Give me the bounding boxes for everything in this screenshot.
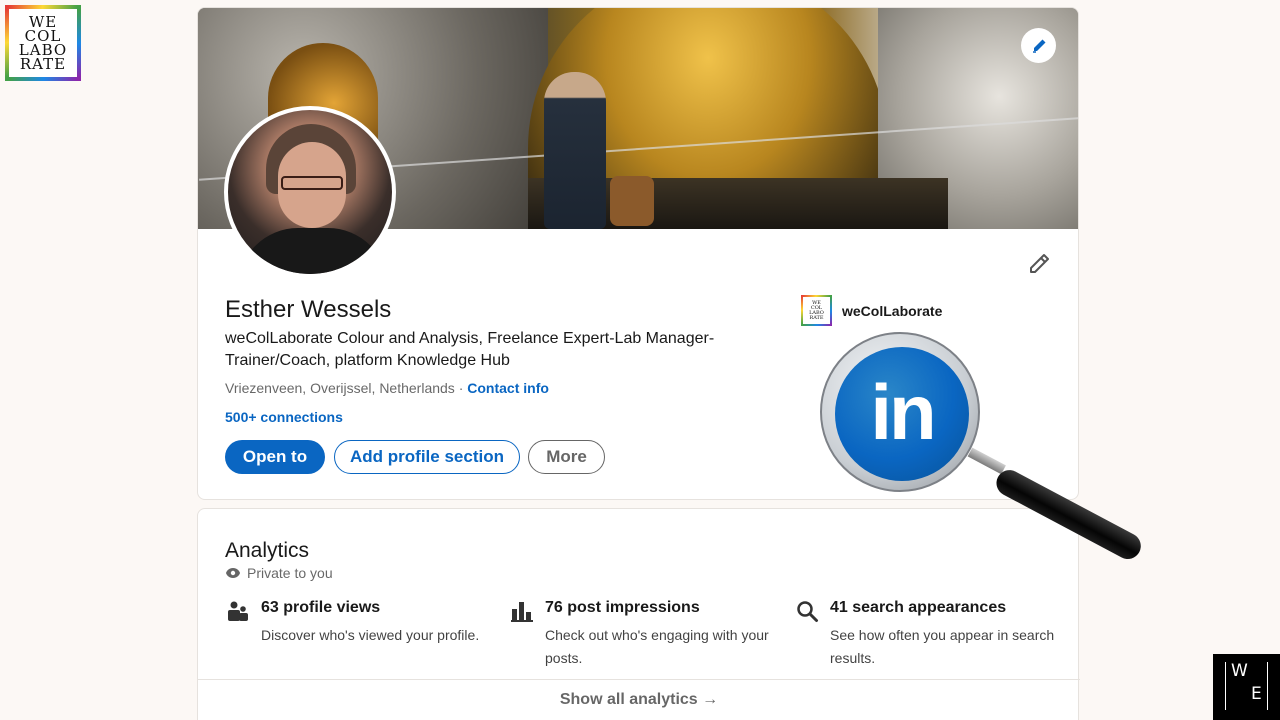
magnifier-neck xyxy=(967,447,1006,475)
metric-description: See how often you appear in search resul… xyxy=(830,627,1055,666)
linkedin-icon: in xyxy=(835,347,969,481)
pencil-icon xyxy=(1030,254,1049,273)
pencil-icon xyxy=(1032,39,1045,53)
profile-photo[interactable] xyxy=(224,106,396,278)
metric-title: 76 post impressions xyxy=(545,599,700,616)
analytics-title: Analytics xyxy=(225,539,310,562)
logo-line: RATE xyxy=(809,314,824,321)
company-logo: WE COL LABO RATE xyxy=(801,295,832,326)
linkedin-magnifier-graphic: in xyxy=(820,332,1150,564)
weCollaborate-logo: WE COL LABO RATE xyxy=(5,5,81,81)
separator: · xyxy=(458,380,464,396)
we-logo-w: W xyxy=(1231,661,1248,681)
people-icon xyxy=(228,601,248,621)
linkedin-badge-text: in xyxy=(870,368,936,456)
add-profile-section-button[interactable]: Add profile section xyxy=(334,440,520,474)
current-company[interactable]: WE COL LABO RATE weColLaborate xyxy=(801,295,942,326)
we-logo: W E xyxy=(1213,654,1280,720)
profile-location: Vriezenveen, Overijssel, Netherlands xyxy=(225,380,455,396)
open-to-button[interactable]: Open to xyxy=(225,440,325,474)
profile-location-row: Vriezenveen, Overijssel, Netherlands · C… xyxy=(225,380,549,396)
company-name: weColLaborate xyxy=(842,302,943,319)
search-icon xyxy=(797,601,818,622)
metric-description: Discover who's viewed your profile. xyxy=(261,627,480,643)
we-logo-e: E xyxy=(1251,684,1262,704)
profile-headline: weColLaborate Colour and Analysis, Freel… xyxy=(225,330,715,369)
logo-line: RATE xyxy=(19,55,67,73)
magnifier-lens: in xyxy=(820,332,980,492)
bar-chart-icon xyxy=(511,602,533,622)
metric-description: Check out who's engaging with your posts… xyxy=(545,627,769,666)
more-button[interactable]: More xyxy=(528,440,605,474)
edit-cover-button[interactable] xyxy=(1021,28,1056,63)
edit-intro-button[interactable] xyxy=(1025,250,1053,278)
metric-title: 41 search appearances xyxy=(830,599,1007,616)
privacy-note: Private to you xyxy=(225,565,333,581)
divider xyxy=(198,679,1080,680)
connections-link[interactable]: 500+ connections xyxy=(225,409,343,425)
eye-icon xyxy=(226,568,240,578)
profile-name: Esther Wessels xyxy=(225,296,392,323)
show-all-analytics-link[interactable]: Show all analytics → xyxy=(198,691,1080,709)
metric-title: 63 profile views xyxy=(261,599,381,616)
privacy-label: Private to you xyxy=(247,565,333,581)
contact-info-link[interactable]: Contact info xyxy=(467,380,549,396)
